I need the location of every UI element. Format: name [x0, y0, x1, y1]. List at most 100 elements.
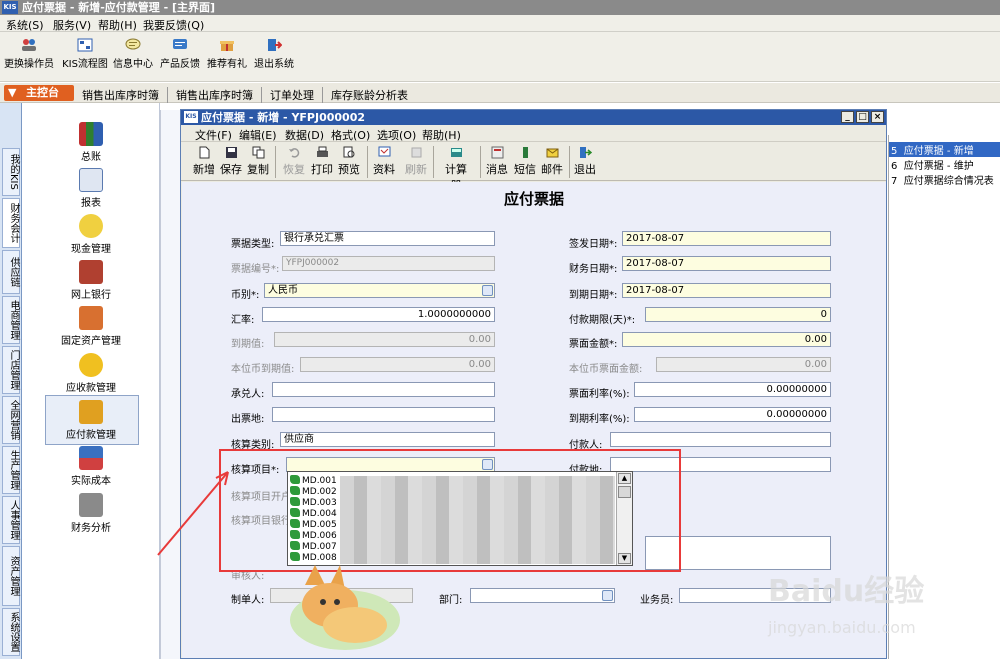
- sidetab-production[interactable]: 生产管理: [2, 446, 20, 494]
- tab-order[interactable]: 订单处理: [270, 87, 323, 103]
- window-toolbar: 新增 保存 复制 恢复 打印 预览 资料 刷新 计算器 消息 短信 邮件 退出: [181, 143, 886, 192]
- acceptor-label: 承兑人:: [231, 389, 265, 400]
- module-receivables[interactable]: 应收款管理: [22, 353, 160, 394]
- toolbar-divider: [367, 146, 368, 178]
- issue-place-field[interactable]: [272, 407, 495, 422]
- lookup-icon[interactable]: [482, 285, 493, 296]
- bill-no-label: 票据编号*:: [231, 264, 280, 275]
- menu-file[interactable]: 文件(F): [195, 127, 232, 143]
- module-online-bank[interactable]: 网上银行: [22, 260, 160, 301]
- close-icon[interactable]: ×: [871, 111, 884, 123]
- acct-type-field[interactable]: 供应商: [280, 432, 495, 447]
- local-maturity-field: 0.00: [300, 357, 495, 372]
- refresh-button[interactable]: 刷新: [402, 146, 430, 177]
- bill-no-field: YFPJ000002: [282, 256, 495, 271]
- sidetab-assets[interactable]: 资产管理: [2, 546, 20, 606]
- window-menubar: 文件(F) 编辑(E) 数据(D) 格式(O) 选项(O) 帮助(H): [181, 125, 886, 142]
- data-button[interactable]: 资料: [370, 146, 398, 177]
- save-button[interactable]: 保存: [217, 146, 245, 177]
- module-payables[interactable]: 应付款管理: [22, 400, 160, 441]
- menu-feedback[interactable]: 我要反馈(Q): [143, 17, 204, 33]
- home-tab[interactable]: ▼ 主控台: [4, 85, 74, 101]
- lookup-icon[interactable]: [602, 590, 613, 601]
- sidetab-settings[interactable]: 系统设置: [2, 608, 20, 656]
- message-button[interactable]: 消息: [483, 146, 511, 177]
- exit-button[interactable]: 退出: [571, 146, 599, 177]
- menu-options[interactable]: 选项(O): [377, 127, 416, 143]
- sidetab-ecommerce[interactable]: 电商管理: [2, 296, 20, 344]
- menu-service[interactable]: 服务(V): [53, 17, 91, 33]
- change-operator-button[interactable]: 更换操作员: [0, 38, 58, 70]
- menu-format[interactable]: 格式(O): [331, 127, 370, 143]
- menu-data[interactable]: 数据(D): [285, 127, 324, 143]
- menu-help[interactable]: 帮助(H): [422, 127, 461, 143]
- exit-icon: [579, 147, 592, 158]
- sidetab-store[interactable]: 门店管理: [2, 346, 20, 394]
- finance-date-field[interactable]: 2017-08-07: [622, 256, 831, 271]
- email-button[interactable]: 邮件: [538, 146, 566, 177]
- bill-type-field[interactable]: 银行承兑汇票: [280, 231, 495, 246]
- module-actual-cost[interactable]: 实际成本: [22, 446, 160, 487]
- copy-icon: [252, 146, 264, 159]
- due-rate-field[interactable]: 0.00000000: [634, 407, 831, 422]
- module-report[interactable]: 报表: [22, 168, 160, 209]
- local-face-label: 本位币票面金额:: [569, 364, 643, 375]
- new-doc-icon: [199, 146, 209, 159]
- tab-sales-out-1[interactable]: 销售出库序时簿: [82, 87, 168, 103]
- module-cash[interactable]: 现金管理: [22, 214, 160, 255]
- sidetab-my-kis[interactable]: 我的KIS: [2, 148, 20, 196]
- sidetab-hr[interactable]: 人事管理: [2, 496, 20, 544]
- dept-field[interactable]: [470, 588, 615, 603]
- due-rate-label: 到期利率(%):: [569, 414, 630, 425]
- preview-button[interactable]: 预览: [335, 146, 363, 177]
- issue-date-field[interactable]: 2017-08-07: [622, 231, 831, 246]
- module-fixed-assets[interactable]: 固定资产管理: [22, 306, 160, 347]
- sidetab-marketing[interactable]: 全网营销: [2, 396, 20, 444]
- recent-item[interactable]: 5 应付票据 - 新增: [889, 142, 1000, 157]
- maximize-icon[interactable]: □: [856, 111, 869, 123]
- payer-field[interactable]: [610, 432, 831, 447]
- recent-item[interactable]: 6 应付票据 - 维护: [891, 157, 974, 172]
- users-icon: [22, 39, 36, 51]
- kis-logo-icon: KIS: [2, 1, 18, 14]
- sidetab-finance[interactable]: 财务会计: [2, 198, 20, 248]
- tab-inventory-aging[interactable]: 库存账龄分析表: [331, 87, 416, 103]
- pay-term-field[interactable]: 0: [645, 307, 831, 322]
- printer-icon: [316, 146, 328, 157]
- face-rate-field[interactable]: 0.00000000: [634, 382, 831, 397]
- main-toolbar: 更换操作员 KIS流程图 信息中心 产品反馈 推荐有礼 退出系统: [0, 32, 1000, 82]
- due-date-field[interactable]: 2017-08-07: [622, 283, 831, 298]
- maker-label: 制单人:: [231, 595, 265, 606]
- preview-icon: [343, 146, 354, 158]
- recent-item[interactable]: 7 应付票据综合情况表: [891, 172, 994, 187]
- print-button[interactable]: 打印: [308, 146, 336, 177]
- face-amount-field[interactable]: 0.00: [622, 332, 831, 347]
- bank-icon: [79, 260, 103, 284]
- kis-logo-icon: KIS: [184, 111, 198, 123]
- copy-button[interactable]: 复制: [244, 146, 272, 177]
- module-general-ledger[interactable]: 总账: [22, 122, 160, 163]
- exchange-rate-label: 汇率:: [231, 315, 255, 326]
- acceptor-field[interactable]: [272, 382, 495, 397]
- analysis-icon: [79, 493, 103, 517]
- minimize-icon[interactable]: _: [841, 111, 854, 123]
- new-button[interactable]: 新增: [190, 146, 218, 177]
- sms-button[interactable]: 短信: [511, 146, 539, 177]
- menu-help[interactable]: 帮助(H): [98, 17, 137, 33]
- app-title-bar: KIS 应付票据 - 新增-应付款管理 - [主界面]: [0, 0, 1000, 15]
- sidetab-supply-chain[interactable]: 供应链: [2, 250, 20, 294]
- menu-system[interactable]: 系统(S): [6, 17, 44, 33]
- issue-place-label: 出票地:: [231, 414, 265, 425]
- form-title: 应付票据: [503, 190, 564, 208]
- currency-field[interactable]: 人民币: [264, 283, 495, 298]
- exchange-rate-field[interactable]: 1.0000000000: [262, 307, 495, 322]
- module-financial-analysis[interactable]: 财务分析: [22, 493, 160, 534]
- restore-button[interactable]: 恢复: [280, 146, 308, 177]
- tab-sales-out-2[interactable]: 销售出库序时簿: [176, 87, 262, 103]
- menu-edit[interactable]: 编辑(E): [239, 127, 277, 143]
- toolbar-divider: [480, 146, 481, 178]
- phone-icon: [522, 147, 528, 158]
- toolbar-divider: [433, 146, 434, 178]
- exit-system-button[interactable]: 退出系统: [245, 38, 303, 70]
- mail-icon: [546, 148, 558, 158]
